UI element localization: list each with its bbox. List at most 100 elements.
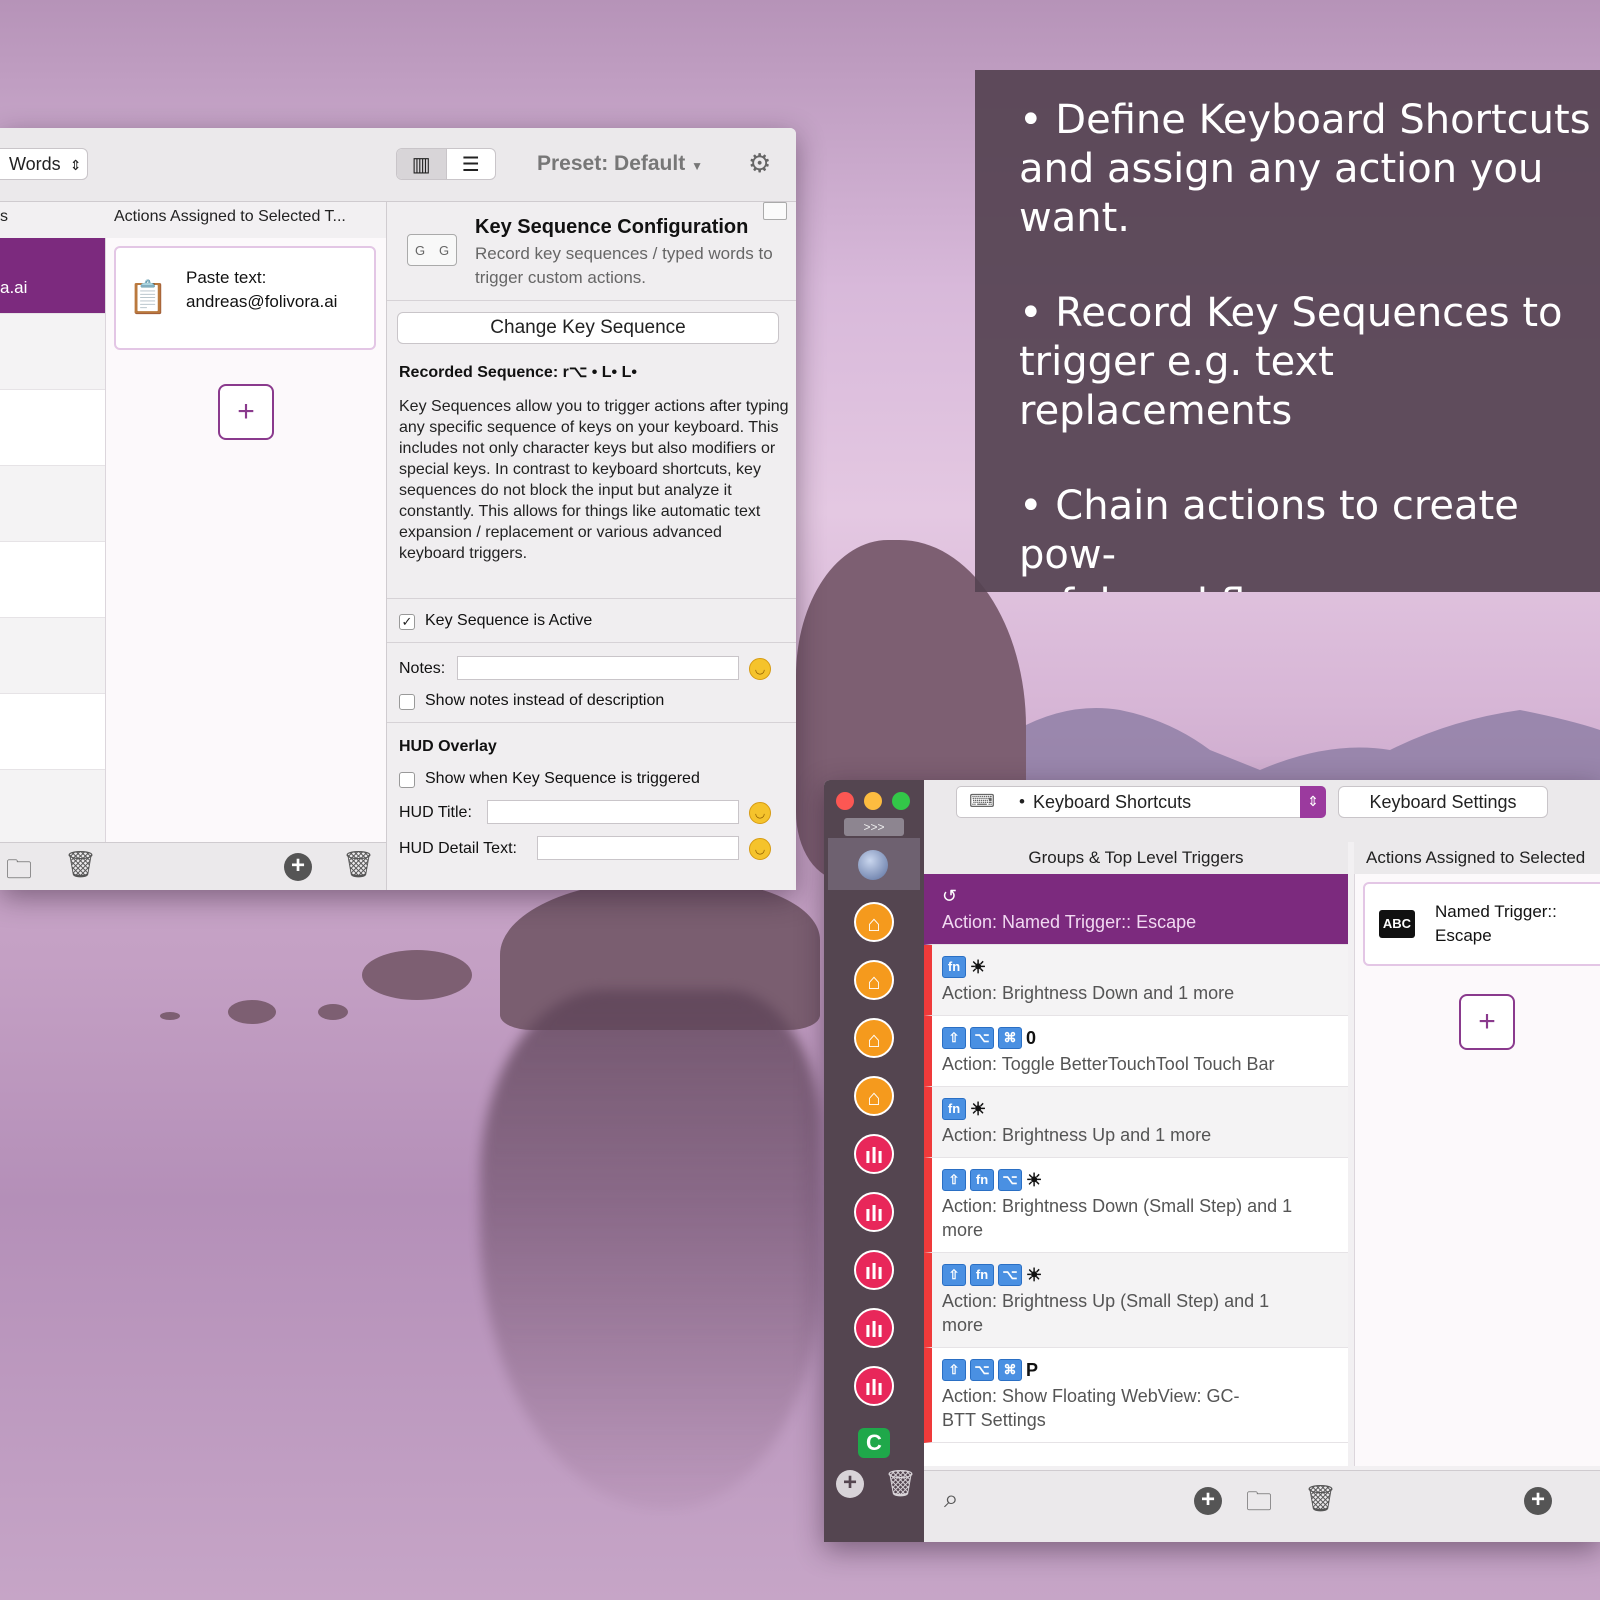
hud-title-label: HUD Title:	[399, 804, 472, 821]
trigger-row[interactable]: ⇧ fn ⌥ ☀ Action: Brightness Up (Small St…	[924, 1253, 1348, 1348]
toolbar: ⌨ • Keyboard Shortcuts ⇕ Keyboard Settin…	[924, 780, 1600, 842]
key-char: 0	[1026, 1027, 1037, 1048]
audio-app-icon[interactable]: ılı	[854, 1134, 894, 1174]
list-item-selected[interactable]: a.ai	[0, 238, 105, 314]
add-action-button[interactable]: +	[1459, 994, 1515, 1050]
search-icon[interactable]: ⌕	[944, 1483, 959, 1515]
recorded-sequence: Recorded Sequence: r⌥ • L• L•	[399, 364, 637, 381]
audio-app-icon[interactable]: ılı	[854, 1366, 894, 1406]
info-line: • Define Keyboard Shortcuts	[1019, 97, 1591, 143]
small-rock	[362, 950, 472, 1000]
trigger-row-selected[interactable]: ↺ Action: Named Trigger:: Escape	[924, 874, 1348, 945]
trash-icon[interactable]: 🗑	[884, 1468, 917, 1499]
zoom-window-button[interactable]	[892, 792, 910, 810]
add-circle-icon[interactable]: +	[1524, 1487, 1552, 1515]
key-sequence-description: Key Sequences allow you to trigger actio…	[399, 398, 789, 562]
list-item[interactable]	[0, 618, 105, 694]
show-notes-checkbox[interactable]	[399, 694, 415, 710]
trash-icon[interactable]: 🗑	[342, 849, 375, 880]
trash-icon[interactable]: 🗑	[64, 849, 97, 880]
actions-panel: ABC Named Trigger:: Escape +	[1354, 874, 1600, 1466]
list-item[interactable]	[0, 390, 105, 466]
gear-icon[interactable]: ⚙	[748, 148, 771, 179]
camtasia-app-icon[interactable]: C	[858, 1428, 890, 1458]
column-view-icon[interactable]: ▥	[397, 149, 447, 179]
trigger-row[interactable]: ⇧ fn ⌥ ☀ Action: Brightness Down (Small …	[924, 1158, 1348, 1253]
list-item[interactable]	[0, 694, 105, 770]
close-window-button[interactable]	[836, 792, 854, 810]
action-card[interactable]: ABC Named Trigger:: Escape	[1363, 882, 1600, 966]
footer-bar: ⌕ + 🗀 🗑 +	[924, 1470, 1600, 1542]
list-item[interactable]	[0, 770, 105, 846]
home-app-icon[interactable]: ⌂	[854, 1018, 894, 1058]
view-mode-segmented-control[interactable]: ▥ ☰	[396, 148, 496, 180]
trigger-type-popup[interactable]: Words ⇕	[0, 148, 88, 180]
hud-show-checkbox[interactable]	[399, 772, 415, 788]
updown-chevron-icon: ⇕	[1300, 786, 1326, 818]
new-folder-icon[interactable]: 🗀	[1246, 1483, 1272, 1527]
shift-key-icon: ⇧	[942, 1359, 966, 1381]
preset-selector[interactable]: Preset: Default ▼	[537, 152, 703, 176]
caret-down-icon: ▼	[691, 159, 703, 173]
config-title: Key Sequence Configuration	[475, 216, 749, 238]
bullet-icon: •	[1019, 792, 1025, 811]
notes-input[interactable]	[457, 656, 739, 680]
keyboard-shortcuts-window: >>> ⌂ ⌂ ⌂ ⌂ ılı ılı ılı ılı ılı C + 🗑 ⌨ …	[824, 780, 1600, 1542]
info-line: trigger e.g. text replacements	[1019, 339, 1334, 434]
hud-title-input[interactable]	[487, 800, 739, 824]
sequence-list: a.ai	[0, 238, 106, 846]
new-folder-icon[interactable]: 🗀	[6, 851, 32, 890]
emoji-picker-icon[interactable]: ◡	[749, 838, 771, 860]
trigger-label: Action: Brightness Up (Small Step) and 1…	[942, 1291, 1270, 1335]
emoji-picker-icon[interactable]: ◡	[749, 658, 771, 680]
list-item[interactable]	[0, 466, 105, 542]
action-card-label: Paste text: andreas@folivora.ai	[186, 268, 338, 311]
list-item[interactable]	[0, 314, 105, 390]
add-action-button[interactable]: +	[218, 384, 274, 440]
minimize-window-button[interactable]	[864, 792, 882, 810]
command-key-icon: ⌘	[998, 1359, 1022, 1381]
action-card[interactable]: 📋 Paste text: andreas@folivora.ai	[114, 246, 376, 350]
hud-show-label: Show when Key Sequence is triggered	[425, 770, 700, 787]
trigger-type-label: Keyboard Shortcuts	[1033, 792, 1192, 812]
hud-detail-input[interactable]	[537, 836, 739, 860]
audio-app-icon[interactable]: ılı	[854, 1250, 894, 1290]
trigger-row[interactable]: fn ☀ Action: Brightness Up and 1 more	[924, 1087, 1348, 1158]
audio-app-icon[interactable]: ılı	[854, 1308, 894, 1348]
add-app-icon[interactable]: +	[836, 1470, 864, 1498]
keyboard-settings-button[interactable]: Keyboard Settings	[1338, 786, 1548, 818]
expand-sidebar-button[interactable]: >>>	[844, 818, 904, 836]
trigger-row[interactable]: ⇧ ⌥ ⌘ P Action: Show Floating WebView: G…	[924, 1348, 1348, 1443]
feature-key-sequences: • Record Key Sequences to trigger e.g. t…	[1019, 289, 1600, 436]
option-key-icon: ⌥	[970, 1359, 994, 1381]
trash-icon[interactable]: 🗑	[1304, 1483, 1337, 1514]
trigger-row[interactable]: ⇧ ⌥ ⌘ 0 Action: Toggle BetterTouchTool T…	[924, 1016, 1348, 1087]
trigger-type-label: Words	[9, 154, 61, 174]
info-line: • Chain actions to create pow-	[1019, 483, 1519, 578]
add-circle-icon[interactable]: +	[284, 853, 312, 881]
emoji-picker-icon[interactable]: ◡	[749, 802, 771, 824]
trigger-row[interactable]: fn ☀ Action: Brightness Down and 1 more	[924, 945, 1348, 1016]
home-app-icon[interactable]: ⌂	[854, 1076, 894, 1116]
hud-heading: HUD Overlay	[399, 738, 497, 755]
trigger-label: Action: Brightness Up and 1 more	[942, 1125, 1212, 1145]
option-key-icon: ⌥	[998, 1169, 1022, 1191]
app-sidebar: >>> ⌂ ⌂ ⌂ ⌂ ılı ılı ılı ılı ılı C + 🗑	[824, 780, 924, 1542]
shift-key-icon: ⇧	[942, 1169, 966, 1191]
home-app-icon[interactable]: ⌂	[854, 960, 894, 1000]
keyboard-icon: ⌨	[969, 791, 995, 811]
audio-app-icon[interactable]: ılı	[854, 1192, 894, 1232]
change-key-sequence-button[interactable]: Change Key Sequence	[397, 312, 779, 344]
trigger-label: Action: Brightness Down (Small Step) and…	[942, 1196, 1293, 1240]
small-rock	[160, 1012, 180, 1020]
trigger-type-select[interactable]: ⌨ • Keyboard Shortcuts ⇕	[956, 786, 1326, 818]
list-view-icon[interactable]: ☰	[447, 149, 496, 179]
global-apps-icon[interactable]	[858, 850, 888, 880]
window-icon[interactable]	[763, 202, 787, 220]
active-checkbox[interactable]: ✓	[399, 614, 415, 630]
add-circle-icon[interactable]: +	[1194, 1487, 1222, 1515]
home-app-icon[interactable]: ⌂	[854, 902, 894, 942]
list-item[interactable]	[0, 542, 105, 618]
trigger-label: Action: Brightness Down and 1 more	[942, 983, 1235, 1003]
toolbar: Words ⇕ ▥ ☰ Preset: Default ▼ ⚙	[0, 128, 796, 202]
